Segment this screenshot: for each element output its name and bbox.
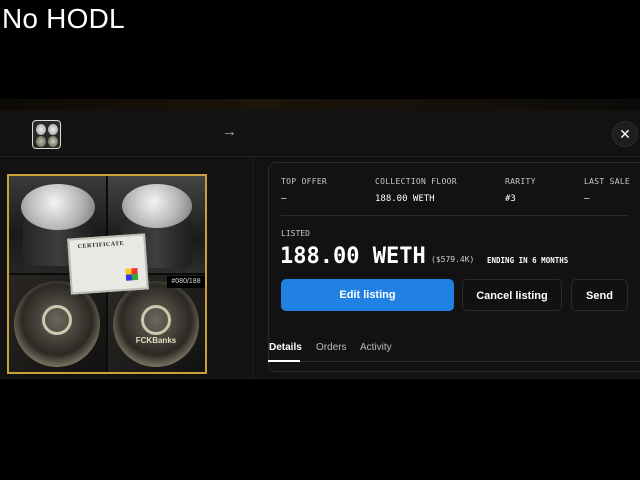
edition-label: #080/188 [167,276,205,288]
coin-shape [21,184,95,230]
stat-value-last-sale: – [584,194,590,204]
stat-label-collection-floor: COLLECTION FLOOR [375,177,457,186]
active-tab-indicator [268,360,300,362]
stat-value-collection-floor: 188.00 WETH [375,194,435,204]
close-icon[interactable]: ✕ [612,121,638,147]
gold-coin-shape: FCKBanks [113,281,199,367]
listed-label: LISTED [281,229,310,238]
cancel-listing-button[interactable]: Cancel listing [462,279,562,311]
stat-value-top-offer: – [281,194,287,204]
thumb-coin-3 [36,136,46,147]
listing-price: 188.00 WETH [280,244,426,269]
gold-coin-shape [14,281,100,367]
certificate-title: CERTIFICATE [77,240,125,251]
nft-image[interactable]: FCKBanks CERTIFICATE #080/188 [7,174,207,374]
item-thumbnail[interactable] [32,120,61,149]
tab-activity[interactable]: Activity [360,342,392,353]
send-button[interactable]: Send [571,279,628,311]
tab-orders[interactable]: Orders [316,342,347,353]
stat-label-top-offer: TOP OFFER [281,177,328,186]
coin-shape [122,184,192,228]
thumb-coin-2 [48,124,58,135]
certificate-card: CERTIFICATE [67,233,149,295]
tab-bar: Details Orders Activity [268,336,640,362]
tab-details[interactable]: Details [269,342,302,353]
coin-text: FCKBanks [135,336,177,345]
stats-divider [281,215,629,216]
certificate-seal [125,267,139,281]
toolbar: → ✕ [0,110,640,157]
listing-usd-price: ($579.4K) [431,255,475,264]
stat-label-last-sale: LAST SALE [584,177,631,186]
edit-listing-button[interactable]: Edit listing [281,279,454,311]
thumb-coin-1 [36,124,46,135]
panel-bottom-border [0,378,640,379]
coin-mark [141,305,171,335]
caption-text: No HODL [2,3,125,34]
listing-ending: ENDING IN 6 MONTHS [487,256,569,265]
nft-listing-panel: → ✕ FCKBanks CERTIFICATE #080/188 TOP OF… [0,110,640,379]
panel-divider [252,158,253,378]
coin-mark [42,305,72,335]
stat-label-rarity: RARITY [505,177,536,186]
top-strip [0,99,640,110]
arrow-right-icon[interactable]: → [222,123,237,140]
stat-value-rarity: #3 [505,194,516,204]
thumb-coin-4 [48,136,58,147]
